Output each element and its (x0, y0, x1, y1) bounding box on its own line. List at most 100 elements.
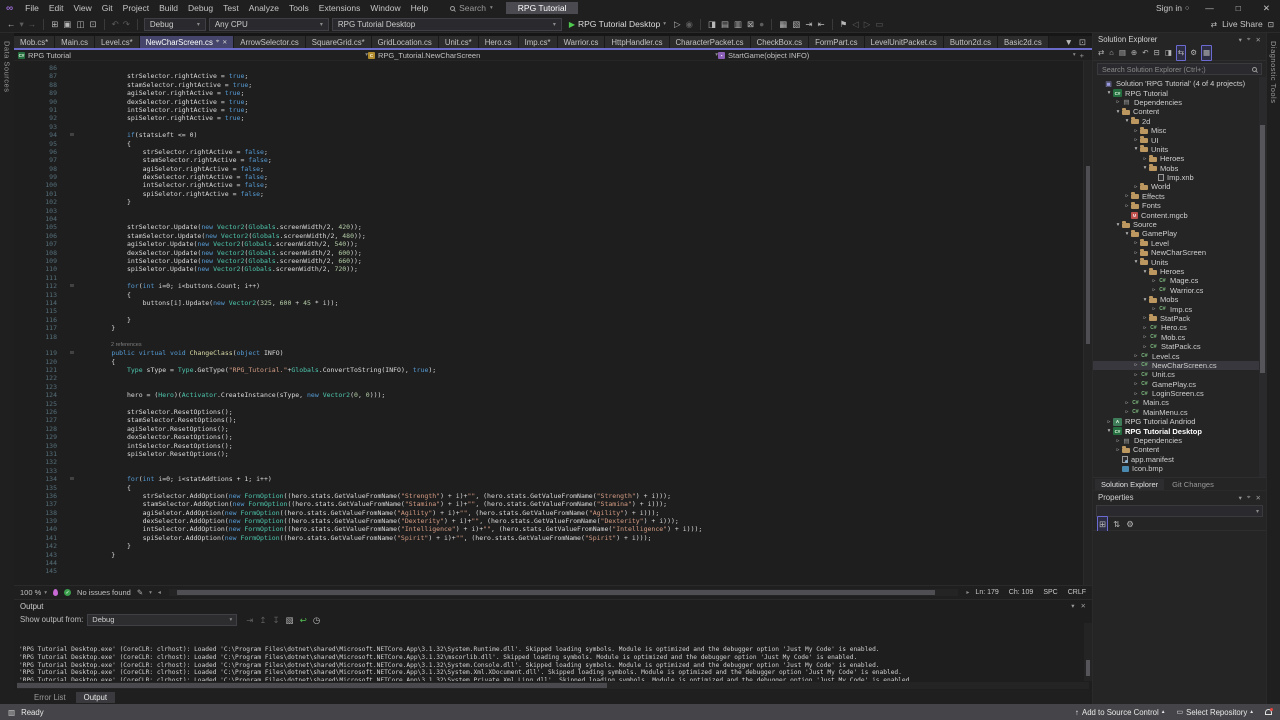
menu-tools[interactable]: Tools (284, 0, 314, 16)
tree-expander-icon[interactable]: ▹ (1132, 184, 1140, 190)
tree-item-dependencies[interactable]: ▹ ▤ Dependencies (1093, 436, 1266, 445)
hscroll-left-arrow-icon[interactable]: ◂ (158, 589, 161, 596)
tree-expander-icon[interactable]: ▹ (1123, 203, 1131, 209)
tree-item-mobs[interactable]: ▾ Mobs (1093, 164, 1266, 173)
document-tab-basic2d-cs[interactable]: Basic2d.cs (998, 36, 1049, 48)
tree-expander-icon[interactable]: ▹ (1141, 325, 1149, 331)
se-window-position-icon[interactable]: ▾ (1239, 36, 1242, 44)
preview-selected-icon[interactable]: ◨ (1164, 46, 1173, 60)
tree-expander-icon[interactable]: ▹ (1114, 447, 1122, 453)
nav-back-icon[interactable]: ← (6, 17, 17, 31)
breadcrumb-project[interactable]: C# RPG Tutorial ▾ (18, 51, 368, 60)
add-to-source-control-button[interactable]: ↑ Add to Source Control ▴ (1075, 708, 1164, 717)
se-close-icon[interactable]: ✕ (1256, 36, 1261, 44)
tree-item-fonts[interactable]: ▹ Fonts (1093, 201, 1266, 210)
new-item-icon[interactable]: ⊕ (1130, 46, 1138, 60)
sync-selection-icon[interactable]: ⇄ (1097, 46, 1105, 60)
select-repository-button[interactable]: ▭ Select Repository ▴ (1177, 708, 1254, 717)
edit-mode-icon[interactable]: ✎ (137, 588, 143, 597)
tree-expander-icon[interactable]: ▾ (1114, 222, 1122, 228)
nav-forward-icon[interactable]: → (27, 17, 38, 31)
hscroll-right-arrow-icon[interactable]: ▸ (966, 589, 969, 596)
tree-item-heroes[interactable]: ▹ Heroes (1093, 154, 1266, 163)
tree-expander-icon[interactable]: ▾ (1105, 428, 1113, 434)
tree-expander-icon[interactable]: ▹ (1141, 315, 1149, 321)
close-button[interactable]: ✕ (1257, 3, 1276, 14)
tree-item-mobs[interactable]: ▾ Mobs (1093, 295, 1266, 304)
tree-item-gameplay-cs[interactable]: ▹ C# GamePlay.cs (1093, 380, 1266, 389)
tree-item-icon-bmp[interactable]: Icon.bmp (1093, 464, 1266, 473)
se-pin-icon[interactable]: ⌖ (1247, 36, 1251, 44)
document-tab-hero-cs[interactable]: Hero.cs (478, 36, 519, 48)
document-tab-newcharscreen-cs[interactable]: NewCharScreen.cs ⌖ ✕ (139, 36, 235, 48)
tree-expander-icon[interactable]: ▹ (1123, 400, 1131, 406)
bookmark-icon[interactable]: ⚑ (839, 17, 849, 31)
error-list-icon[interactable]: ⊠ (746, 17, 755, 31)
tree-expander-icon[interactable]: ▹ (1150, 287, 1158, 293)
editor-horizontal-scrollbar[interactable] (168, 589, 959, 596)
tree-item-content[interactable]: ▾ Content (1093, 107, 1266, 116)
tree-item-rpg-tutorial-desktop[interactable]: ▾ C# RPG Tutorial Desktop (1093, 426, 1266, 436)
menu-project[interactable]: Project (118, 0, 154, 16)
menu-git[interactable]: Git (97, 0, 118, 16)
tree-item-content[interactable]: ▹ Content (1093, 445, 1266, 454)
outdent-icon[interactable]: ⇤ (816, 17, 825, 31)
tab-list-dropdown-icon[interactable]: ▼ (1063, 35, 1073, 49)
output-window-position-icon[interactable]: ▾ (1071, 602, 1074, 610)
pin-tab-icon[interactable]: ⌖ (216, 39, 219, 46)
tree-item-content-mgcb[interactable]: M Content.mgcb (1093, 210, 1266, 220)
immediate-window-icon[interactable]: ▥ (733, 17, 743, 31)
fold-collapse-icon[interactable]: ⊟ (64, 131, 80, 139)
diagnostic-tools-tab[interactable]: Diagnostic Tools (1269, 41, 1278, 103)
tree-item-unit-cs[interactable]: ▹ C# Unit.cs (1093, 370, 1266, 379)
codelens-references[interactable]: 2 references (14, 341, 1083, 349)
menu-test[interactable]: Test (218, 0, 244, 16)
output-close-icon[interactable]: ✕ (1081, 602, 1086, 610)
tree-item-newcharscreen[interactable]: ▹ NewCharScreen (1093, 248, 1266, 257)
fold-collapse-icon[interactable]: ⊟ (64, 349, 80, 357)
property-pages-icon[interactable]: ⚙ (1125, 517, 1135, 531)
props-pin-icon[interactable]: ⌖ (1247, 494, 1251, 502)
tree-expander-icon[interactable]: ▹ (1141, 344, 1149, 350)
live-share-button[interactable]: Live Share (1222, 19, 1263, 29)
tree-expander-icon[interactable]: ▾ (1141, 269, 1149, 275)
maximize-button[interactable]: □ (1230, 3, 1247, 13)
undo-icon[interactable]: ↶ (111, 17, 120, 31)
tree-item-level-cs[interactable]: ▹ C# Level.cs (1093, 351, 1266, 361)
code-editor[interactable]: 86 87 strSelector.rightActive = true; 88 s… (14, 61, 1092, 585)
docwell-options-icon[interactable]: ⊡ (1078, 35, 1087, 49)
props-close-icon[interactable]: ✕ (1256, 494, 1261, 502)
tree-item-loginscreen-cs[interactable]: ▹ C# LoginScreen.cs (1093, 389, 1266, 398)
menu-analyze[interactable]: Analyze (244, 0, 284, 16)
tree-expander-icon[interactable]: ▾ (1123, 118, 1131, 124)
zoom-select[interactable]: 100 % ▾ (20, 588, 47, 597)
tree-item-rpg-tutorial-andriod[interactable]: ▹ A RPG Tutorial Andriod (1093, 417, 1266, 426)
command-window-icon[interactable]: ▤ (720, 17, 730, 31)
tree-expander-icon[interactable]: ▹ (1132, 240, 1140, 246)
document-tab-imp-cs[interactable]: Imp.cs* (518, 36, 558, 48)
tree-item-imp-xnb[interactable]: Imp.xnb (1093, 173, 1266, 182)
menu-help[interactable]: Help (406, 0, 433, 16)
tree-expander-icon[interactable]: ▹ (1150, 306, 1158, 312)
document-tab-level-cs[interactable]: Level.cs* (95, 36, 140, 48)
fold-collapse-icon[interactable]: ⊟ (64, 282, 80, 290)
startup-project-select[interactable]: RPG Tutorial Desktop ▾ (331, 17, 562, 31)
breakpoints-icon[interactable]: ● (758, 17, 765, 31)
tree-item-newcharscreen-cs[interactable]: ▹ C# NewCharScreen.cs (1093, 360, 1266, 371)
tree-item-rpg-tutorial[interactable]: ▾ C# RPG Tutorial (1093, 88, 1266, 98)
document-tab-formpart-cs[interactable]: FormPart.cs (809, 36, 865, 48)
tree-expander-icon[interactable]: ▹ (1114, 438, 1122, 444)
changes-filter-icon[interactable]: ▤ (1118, 46, 1127, 60)
tree-expander-icon[interactable]: ▹ (1132, 137, 1140, 143)
document-tab-arrowselector-cs[interactable]: ArrowSelector.cs (234, 36, 306, 48)
tree-expander-icon[interactable]: ▹ (1132, 372, 1140, 378)
tree-item-heroes[interactable]: ▾ Heroes (1093, 267, 1266, 276)
output-vertical-scrollbar[interactable] (1084, 623, 1092, 681)
tree-expander-icon[interactable]: ▾ (1141, 297, 1149, 303)
feedback-icon[interactable]: ⊡ (1268, 20, 1274, 29)
breadcrumb-member[interactable]: ▪ StartGame(object INFO) ▾ (718, 51, 1076, 60)
tree-expander-icon[interactable]: ▹ (1141, 334, 1149, 340)
start-debugging-button[interactable]: ▶ RPG Tutorial Desktop ▾ (565, 19, 670, 29)
tree-item-ui[interactable]: ▹ UI (1093, 135, 1266, 145)
categorized-icon[interactable]: ⊞ (1097, 516, 1109, 532)
